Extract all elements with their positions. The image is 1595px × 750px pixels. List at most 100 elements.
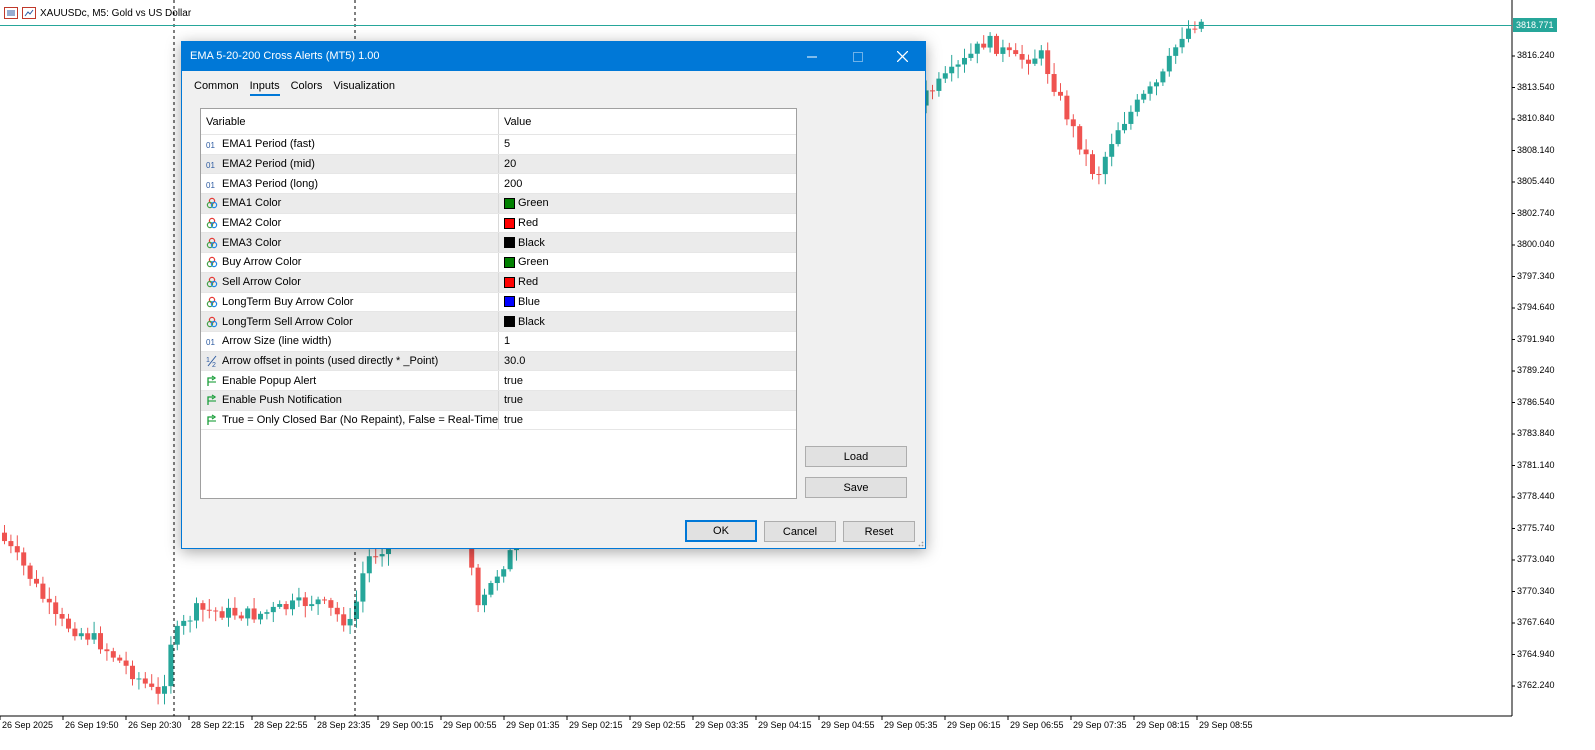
chart-list-icon[interactable] [4, 7, 18, 19]
candle-body [379, 554, 385, 557]
tab-visualization[interactable]: Visualization [333, 80, 395, 96]
cancel-button[interactable]: Cancel [764, 521, 836, 542]
input-row[interactable]: 01 Arrow Size (line width) 1 [201, 331, 796, 352]
price-axis-label: 3767.640 [1517, 617, 1555, 627]
candle-body [987, 35, 993, 48]
tab-common[interactable]: Common [194, 80, 239, 96]
ok-button[interactable]: OK [685, 520, 757, 542]
input-value-cell[interactable]: 30.0 [499, 352, 796, 371]
candle-body [974, 43, 980, 54]
input-row[interactable]: Buy Arrow Color Green [201, 253, 796, 273]
inputs-grid[interactable]: Variable Value 01 EMA1 Period (fast) 5 01 EM… [200, 108, 797, 499]
input-row[interactable]: Enable Popup Alert true [201, 371, 796, 391]
candle-body [501, 569, 507, 577]
input-variable-name: LongTerm Buy Arrow Color [222, 295, 354, 308]
input-value: 1 [504, 335, 511, 348]
price-axis-label: 3794.640 [1517, 302, 1555, 312]
input-value: 30.0 [504, 354, 526, 367]
candle-body [1128, 111, 1134, 124]
input-variable-cell: Enable Popup Alert [201, 371, 499, 390]
candle-body [283, 604, 289, 610]
column-header-value[interactable]: Value [499, 109, 796, 134]
input-row[interactable]: EMA3 Color Black [201, 233, 796, 254]
save-button[interactable]: Save [805, 477, 907, 498]
input-value-cell[interactable]: 200 [499, 174, 796, 193]
tab-colors[interactable]: Colors [291, 80, 323, 96]
input-value-cell[interactable]: 1 [499, 332, 796, 351]
price-axis-label: 3762.240 [1517, 680, 1555, 690]
input-value-cell[interactable]: 5 [499, 135, 796, 154]
color-swatch [504, 237, 515, 249]
price-axis-label: 3810.840 [1517, 113, 1555, 123]
candle-body [136, 678, 142, 680]
input-value-cell[interactable]: true [499, 371, 796, 390]
time-axis-label: 29 Sep 03:35 [695, 720, 749, 730]
candle-body [1192, 28, 1198, 30]
price-axis-label: 3802.740 [1517, 207, 1555, 218]
input-value: 200 [504, 177, 523, 190]
time-axis-label: 28 Sep 22:15 [191, 720, 245, 730]
input-row[interactable]: EMA1 Color Green [201, 194, 796, 214]
candle-body [302, 597, 308, 607]
candle-body [507, 550, 513, 570]
input-value-cell[interactable]: Red [499, 214, 796, 233]
input-variable-cell: EMA2 Color [201, 213, 499, 233]
minimize-button[interactable] [789, 42, 835, 71]
input-value-cell[interactable]: Black [499, 312, 796, 331]
time-axis-label: 29 Sep 02:55 [632, 720, 686, 730]
input-row[interactable]: EMA2 Color Red [201, 213, 796, 234]
svg-text:2: 2 [212, 362, 216, 367]
column-header-variable[interactable]: Variable [201, 109, 499, 134]
price-axis-label: 3805.440 [1517, 176, 1555, 186]
candle-body [123, 660, 129, 666]
input-value: Black [518, 236, 545, 249]
color-swatch [504, 296, 515, 308]
input-row[interactable]: 01 EMA3 Period (long) 200 [201, 174, 796, 195]
input-value-cell[interactable]: Red [499, 273, 796, 292]
input-row[interactable]: Enable Push Notification true [201, 390, 796, 411]
candle-body [1083, 149, 1089, 155]
input-value-cell[interactable]: 20 [499, 155, 796, 174]
price-axis-label: 3781.140 [1517, 459, 1555, 470]
candle-body [475, 567, 481, 606]
current-price-label: 3818.771 [1513, 18, 1557, 32]
candle-body [930, 90, 935, 92]
candle-body [1051, 74, 1057, 92]
time-axis-label: 29 Sep 00:55 [443, 720, 497, 730]
candle-body [296, 597, 302, 601]
input-row[interactable]: 1 2 Arrow offset in points (used directly … [201, 351, 796, 372]
time-axis-label: 29 Sep 08:55 [1199, 720, 1253, 730]
candle-body [91, 633, 97, 640]
price-axis-label: 3791.940 [1517, 333, 1555, 344]
chart-window-icon[interactable] [22, 7, 36, 19]
load-button[interactable]: Load [805, 446, 907, 467]
reset-button[interactable]: Reset [843, 521, 915, 542]
input-value-cell[interactable]: Blue [499, 293, 796, 312]
candle-body [1115, 130, 1121, 145]
input-value-cell[interactable]: true [499, 391, 796, 410]
candle-body [251, 608, 257, 620]
input-value: Red [518, 217, 539, 230]
resize-grip-icon[interactable] [916, 539, 924, 547]
input-row[interactable]: True = Only Closed Bar (No Repaint), Fal… [201, 410, 796, 431]
input-value-cell[interactable]: Black [499, 233, 796, 252]
tab-inputs[interactable]: Inputs [249, 80, 280, 96]
dialog-titlebar[interactable]: EMA 5-20-200 Cross Alerts (MT5) 1.00 [182, 42, 925, 71]
color-type-icon [206, 296, 218, 308]
price-axis-label: 3783.840 [1517, 428, 1555, 438]
input-row[interactable]: 01 EMA2 Period (mid) 20 [201, 154, 796, 175]
close-button[interactable] [879, 42, 925, 71]
input-value-cell[interactable]: true [499, 411, 796, 430]
input-row[interactable]: LongTerm Sell Arrow Color Black [201, 312, 796, 332]
input-value-cell[interactable]: Green [499, 253, 796, 272]
input-variable-cell: EMA3 Color [201, 233, 499, 253]
input-row[interactable]: LongTerm Buy Arrow Color Blue [201, 292, 796, 313]
input-value-cell[interactable]: Green [499, 194, 796, 213]
time-axis-label: 29 Sep 02:15 [569, 720, 623, 730]
chart-title-bar: XAUUSDc, M5: Gold vs US Dollar [4, 5, 191, 21]
input-row[interactable]: 01 EMA1 Period (fast) 5 [201, 135, 796, 155]
input-value: true [504, 413, 523, 426]
time-axis-label: 29 Sep 01:35 [506, 720, 560, 730]
candle-body [1122, 123, 1127, 131]
input-row[interactable]: Sell Arrow Color Red [201, 272, 796, 293]
